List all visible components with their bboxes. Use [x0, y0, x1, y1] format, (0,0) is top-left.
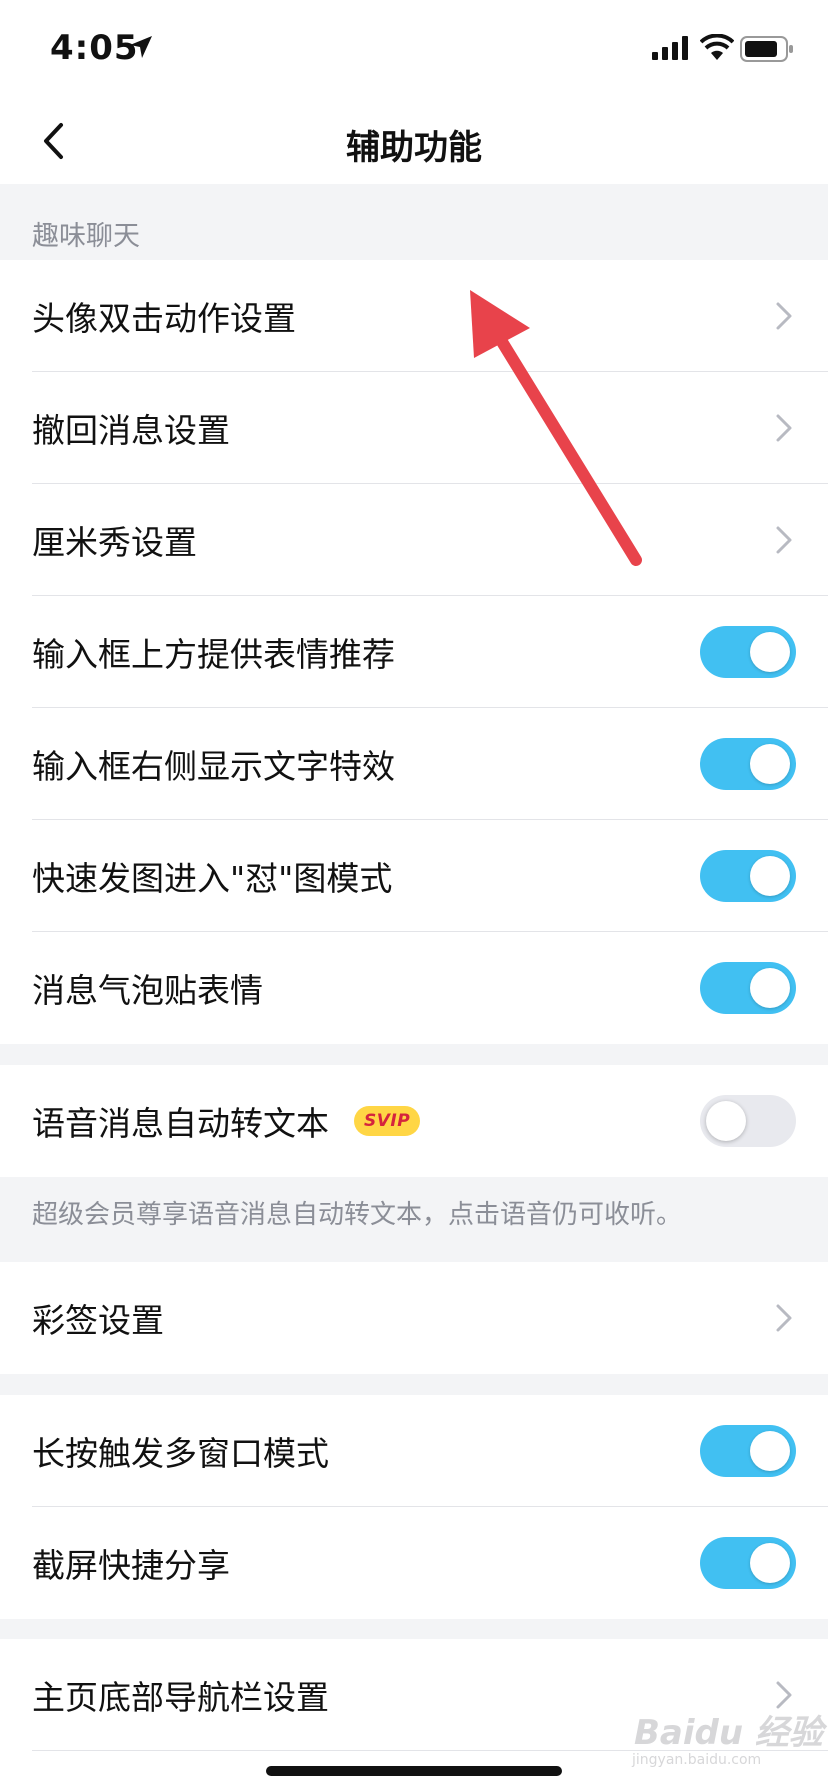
row-recall-message[interactable]: 撤回消息设置 [0, 372, 828, 484]
settings-group-signature: 彩签设置 [0, 1262, 828, 1374]
row-quick-image-mode: 快速发图进入"怼"图模式 [0, 820, 828, 932]
cellular-signal-icon [652, 36, 688, 60]
chevron-right-icon [776, 1304, 792, 1332]
battery-icon [740, 36, 793, 62]
chevron-right-icon [776, 526, 792, 554]
toggle-knob [750, 968, 790, 1008]
row-label: 长按触发多窗口模式 [32, 1434, 329, 1473]
row-label: 厘米秀设置 [32, 523, 197, 562]
quick-image-mode-toggle[interactable] [700, 850, 796, 902]
row-voice-to-text: 语音消息自动转文本 SVIP [0, 1065, 828, 1177]
settings-group-fun-chat: 头像双击动作设置 撤回消息设置 厘米秀设置 输入框上方提供表情推荐 输入框右侧显… [0, 260, 828, 1044]
row-label: 语音消息自动转文本 [32, 1104, 329, 1143]
row-label: 快速发图进入"怼"图模式 [32, 859, 393, 898]
row-emoji-recommend: 输入框上方提供表情推荐 [0, 596, 828, 708]
emoji-recommend-toggle[interactable] [700, 626, 796, 678]
toggle-knob [706, 1101, 746, 1141]
toggle-knob [750, 1431, 790, 1471]
status-bar: 4:05 [0, 0, 828, 96]
wifi-icon [700, 34, 734, 60]
page-title: 辅助功能 [346, 128, 482, 168]
multi-window-toggle[interactable] [700, 1425, 796, 1477]
row-label: 彩签设置 [32, 1301, 164, 1340]
row-label: 头像双击动作设置 [32, 299, 296, 338]
row-bubble-sticker: 消息气泡贴表情 [0, 932, 828, 1044]
svip-badge: SVIP [354, 1106, 421, 1136]
row-label: 主页底部导航栏设置 [32, 1678, 329, 1717]
watermark-url: jingyan.baidu.com [632, 1752, 762, 1768]
chevron-right-icon [776, 302, 792, 330]
navigation-bar: 辅助功能 [0, 96, 828, 184]
annotation-arrow-icon [470, 290, 642, 566]
location-arrow-icon [130, 36, 152, 58]
row-label: 输入框上方提供表情推荐 [32, 635, 395, 674]
voice-to-text-footnote: 超级会员尊享语音消息自动转文本，点击语音仍可收听。 [32, 1200, 683, 1230]
row-screenshot-share: 截屏快捷分享 [0, 1507, 828, 1619]
toggle-knob [750, 1543, 790, 1583]
row-multi-window: 长按触发多窗口模式 [0, 1395, 828, 1507]
chevron-right-icon [776, 414, 792, 442]
bubble-sticker-toggle[interactable] [700, 962, 796, 1014]
toggle-knob [750, 632, 790, 672]
row-avatar-double-tap[interactable]: 头像双击动作设置 [0, 260, 828, 372]
row-text-effects: 输入框右侧显示文字特效 [0, 708, 828, 820]
settings-group-voice: 语音消息自动转文本 SVIP [0, 1065, 828, 1177]
voice-to-text-toggle[interactable] [700, 1095, 796, 1147]
text-effects-toggle[interactable] [700, 738, 796, 790]
toggle-knob [750, 744, 790, 784]
row-label: 输入框右侧显示文字特效 [32, 747, 395, 786]
row-label: 撤回消息设置 [32, 411, 230, 450]
row-color-signature[interactable]: 彩签设置 [0, 1262, 828, 1374]
section-header-fun-chat: 趣味聊天 [32, 221, 140, 252]
row-cmshow[interactable]: 厘米秀设置 [0, 484, 828, 596]
status-time: 4:05 [50, 28, 139, 68]
settings-group-multiwindow: 长按触发多窗口模式 截屏快捷分享 [0, 1395, 828, 1619]
row-label: 截屏快捷分享 [32, 1546, 230, 1585]
row-label: 消息气泡贴表情 [32, 971, 263, 1010]
toggle-knob [750, 856, 790, 896]
watermark-brand: Baidu 经验 [634, 1713, 823, 1753]
home-indicator[interactable] [266, 1766, 562, 1776]
screenshot-share-toggle[interactable] [700, 1537, 796, 1589]
